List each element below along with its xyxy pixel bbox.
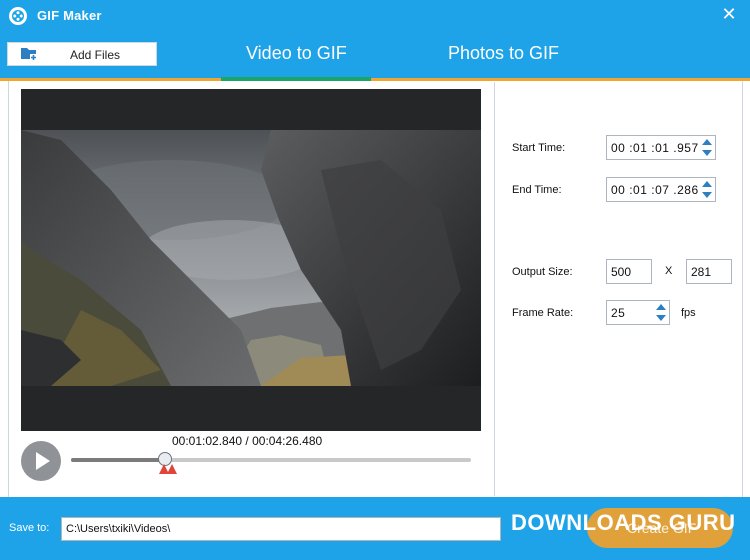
add-files-button[interactable]: Add Files xyxy=(7,42,157,66)
start-time-value: 00 :01 :01 .957 xyxy=(611,141,699,155)
add-files-label: Add Files xyxy=(70,48,121,62)
end-time-increment-icon[interactable] xyxy=(702,181,712,187)
total-time: 00:04:26.480 xyxy=(252,434,323,448)
window-title: GIF Maker xyxy=(37,8,102,23)
frame-rate-unit: fps xyxy=(681,307,696,319)
start-time-label: Start Time: xyxy=(512,142,566,154)
play-icon[interactable] xyxy=(21,441,61,481)
video-preview xyxy=(21,89,481,431)
save-path-input[interactable]: C:\Users\txiki\Videos\ xyxy=(61,517,501,541)
output-height-value: 281 xyxy=(691,265,712,279)
frame-rate-label: Frame Rate: xyxy=(512,307,574,319)
watermark-text: DOWNLOADS GURU xyxy=(511,510,736,535)
end-time-decrement-icon[interactable] xyxy=(702,192,712,198)
film-reel-icon xyxy=(9,7,27,25)
frame-rate-spinner xyxy=(655,303,667,323)
size-separator: X xyxy=(665,265,673,277)
frame-rate-decrement-icon[interactable] xyxy=(656,315,666,321)
close-icon[interactable]: ✕ xyxy=(720,5,738,23)
seek-bar-progress xyxy=(71,458,165,462)
end-time-value: 00 :01 :07 .286 xyxy=(611,183,699,197)
save-to-label: Save to: xyxy=(9,522,50,534)
video-frame-image xyxy=(21,130,481,386)
start-time-increment-icon[interactable] xyxy=(702,139,712,145)
save-path-value: C:\Users\txiki\Videos\ xyxy=(66,523,171,535)
end-time-label: End Time: xyxy=(512,184,562,196)
tab-photos-to-gif[interactable]: Photos to GIF xyxy=(448,43,559,64)
frame-rate-increment-icon[interactable] xyxy=(656,304,666,310)
playback-time: 00:01:02.840 / 00:04:26.480 xyxy=(172,434,322,448)
start-time-decrement-icon[interactable] xyxy=(702,150,712,156)
frame-rate-value: 25 xyxy=(611,306,626,320)
trim-end-marker[interactable] xyxy=(167,464,177,474)
add-folder-icon xyxy=(21,48,37,61)
end-time-spinner xyxy=(701,180,713,200)
start-time-spinner xyxy=(701,138,713,158)
current-time: 00:01:02.840 xyxy=(172,434,243,448)
output-height-field[interactable]: 281 xyxy=(686,259,732,284)
watermark: DOWNLOADS GURU xyxy=(511,510,741,550)
title-bar: GIF Maker ✕ xyxy=(0,0,750,32)
start-time-field[interactable]: 00 :01 :01 .957 xyxy=(606,135,716,160)
output-width-field[interactable]: 500 xyxy=(606,259,652,284)
panel-divider xyxy=(494,82,495,496)
tab-video-to-gif[interactable]: Video to GIF xyxy=(246,43,347,64)
frame-rate-field[interactable]: 25 xyxy=(606,300,670,325)
end-time-field[interactable]: 00 :01 :07 .286 xyxy=(606,177,716,202)
output-width-value: 500 xyxy=(611,265,632,279)
time-separator: / xyxy=(242,434,253,448)
output-size-label: Output Size: xyxy=(512,266,573,278)
